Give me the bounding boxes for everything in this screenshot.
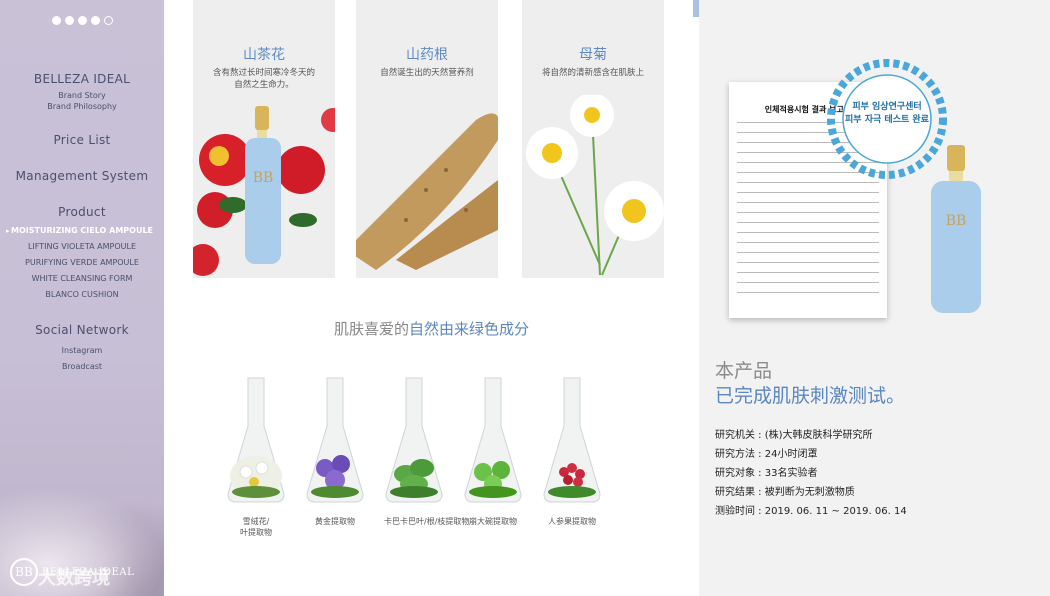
nav-social: Social Network Instagram Broadcast [0,323,164,375]
nav-brand-philosophy[interactable]: Brand Philosophy [0,101,164,112]
result-heading-line1: 本产品 [715,360,773,382]
flask-item: 雪绒花/ 叶提取物 [226,376,286,538]
ingredients-headline: 肌肤喜爱的自然由来绿色成分 [164,318,699,339]
flask-item: 人参果提取物 [542,376,602,538]
nav-broadcast[interactable]: Broadcast [0,359,164,375]
active-arrow-icon: ▸ [6,227,10,235]
ingredient-card-chamomile: 母菊 将自然的清新感含在肌肤上 [522,0,664,278]
badge-line: 피부 임상연구센터 [852,102,922,112]
info-row: 研究对象 : 33名实验者 [715,468,818,479]
slide-dot[interactable] [78,16,87,25]
ampoule-bottle-image: BB [931,145,981,313]
flask-item: 崩大碗提取物 [463,376,523,538]
info-row: 研究结果 : 被判断为无刺激物质 [715,487,855,498]
card-title: 母菊 [579,47,607,63]
svg-text:BB: BB [946,213,967,229]
result-heading-line2: 已完成肌肤刺激测试。 [715,385,906,407]
flask-label-line: 崩大碗提取物 [469,517,517,526]
ingredient-card-camellia: 山茶花 含有熬过长时间寒冷冬天的 自然之生命力。 BB [193,0,335,278]
nav-product-item[interactable]: BLANCO CUSHION [0,287,164,303]
card-desc-line: 将自然的清新感含在肌肤上 [541,68,644,78]
nav-social-title[interactable]: Social Network [0,323,164,337]
badge-text: 피부 임상연구센터 피부 자극 테스트 완료 [820,101,954,127]
slide-dots [52,16,113,25]
svg-text:BB: BB [253,170,274,186]
nav-product-item[interactable]: LIFTING VIOLETA AMPOULE [0,239,164,255]
flask-label: 崩大碗提取物 [463,516,523,527]
logo-mark: BB [10,558,38,586]
card-desc: 将自然的清新感含在肌肤上 [522,67,664,79]
nav-management-system[interactable]: Management System [0,169,164,183]
nav-product-item[interactable]: WHITE CLEANSING FORM [0,271,164,287]
nav-product-title[interactable]: Product [0,205,164,219]
ingredient-card-yam-root: 山药根 自然诞生出的天然营养剂 [356,0,498,278]
nav-product-label: MOISTURIZING CIELO AMPOULE [11,226,153,235]
nav-product-item-active[interactable]: ▸ MOISTURIZING CIELO AMPOULE [0,223,164,239]
headline-part2: 自然由来绿色成分 [409,320,530,338]
yam-root-image [356,113,498,270]
test-info-list: 研究机关 : (株)大韩皮肤科学研究所 研究方法 : 24小时闭罩 研究对象 :… [715,426,907,521]
card-title: 山茶花 [243,47,285,63]
flask-label-line: 卡巴卡巴叶/根/枝提取物 [384,517,470,526]
flask-label: 雪绒花/ 叶提取物 [226,516,286,538]
flask-label-line: 黄金提取物 [315,517,355,526]
slide-dot-current[interactable] [104,16,113,25]
slide-dot[interactable] [91,16,100,25]
flask-item: 卡巴卡巴叶/根/枝提取物 [384,376,470,538]
card-desc-line: 自然诞生出的天然营养剂 [380,68,474,78]
flask-kava-icon [385,377,443,503]
nav-brand-title[interactable]: BELLEZA IDEAL [0,72,164,86]
card-desc: 自然诞生出的天然营养剂 [356,67,498,79]
test-result-panel: 인체적용시험 결과 보고서 피부 임상연구센터 피부 자극 테스트 완료 BB … [699,0,1050,596]
flask-label: 黄金提取物 [305,516,365,527]
nav-product-item[interactable]: PURIFYING VERDE AMPOULE [0,255,164,271]
nav-price-list[interactable]: Price List [0,133,164,147]
slide-dot[interactable] [52,16,61,25]
info-row: 测验时间 : 2019. 06. 11 ~ 2019. 06. 14 [715,506,907,517]
flask-label: 卡巴卡巴叶/根/枝提取物 [384,516,470,527]
nav-product: Product ▸ MOISTURIZING CIELO AMPOULE LIF… [0,205,164,303]
chamomile-image [526,95,664,276]
sidebar: BELLEZA IDEAL Brand Story Brand Philosop… [0,0,164,596]
nav-brand: BELLEZA IDEAL Brand Story Brand Philosop… [0,72,164,112]
nav-instagram[interactable]: Instagram [0,343,164,359]
headline-part1: 肌肤喜爱的 [333,320,409,338]
nav-brand-story[interactable]: Brand Story [0,90,164,101]
flask-item: 黄金提取物 [305,376,365,538]
slide-dot[interactable] [65,16,74,25]
card-desc-line: 自然之生命力。 [234,80,294,90]
flask-label: 人参果提取物 [542,516,602,527]
flask-label-line: 叶提取物 [240,528,272,537]
flask-ginseng-berry-icon [543,377,601,503]
card-title: 山药根 [406,47,448,63]
ingredients-panel: 山茶花 含有熬过长时间寒冷冬天的 自然之生命力。 BB 山药根 自然诞生出的天然… [164,0,699,596]
flask-label-line: 人参果提取物 [548,517,596,526]
ingredient-flasks: 雪绒花/ 叶提取物 黄金提取物 卡巴卡巴叶/根/枝提取物 崩大碗提取物 人参果提… [226,376,602,538]
card-desc: 含有熬过长时间寒冷冬天的 自然之生命力。 [193,67,335,91]
info-row: 研究方法 : 24小时闭罩 [715,449,818,460]
watermark: 大数跨境 [38,568,110,589]
badge-line: 피부 자극 테스트 완료 [845,115,929,125]
card-desc-line: 含有熬过长时间寒冷冬天的 [212,68,315,78]
camellia-bottle-image: BB [193,106,335,276]
flask-edelweiss-icon [227,377,285,503]
flask-label-line: 雪绒花/ [242,517,270,526]
flask-golden-icon [306,377,364,503]
flask-centella-icon [464,377,522,503]
info-row: 研究机关 : (株)大韩皮肤科学研究所 [715,430,873,441]
